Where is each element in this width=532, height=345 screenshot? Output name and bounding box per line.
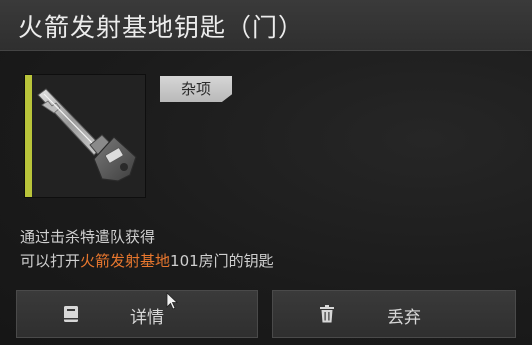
details-button[interactable]: 详情 [16, 290, 258, 338]
item-detail-panel: 火箭发射基地钥匙（门） 杂项 通过击杀特遣队获得 可以打开火箭发射基地101房门… [0, 0, 532, 345]
location-highlight: 火箭发射基地 [80, 252, 171, 270]
description-line-2: 可以打开火箭发射基地101房门的钥匙 [20, 250, 274, 271]
description-prefix: 可以打开 [20, 252, 81, 270]
item-title: 火箭发射基地钥匙（门） [18, 13, 305, 42]
description-suffix: 101房门的钥匙 [170, 252, 274, 270]
rarity-bar [25, 75, 32, 197]
title-bar: 火箭发射基地钥匙（门） [0, 0, 532, 51]
category-badge: 杂项 [160, 76, 232, 102]
item-icon-frame [24, 74, 146, 198]
key-icon [37, 88, 137, 182]
mouse-cursor-icon [166, 292, 178, 310]
discard-button[interactable]: 丢弃 [272, 290, 516, 338]
details-label: 详情 [130, 308, 164, 328]
discard-label: 丢弃 [387, 308, 421, 328]
description-line-1: 通过击杀特遣队获得 [20, 228, 156, 246]
